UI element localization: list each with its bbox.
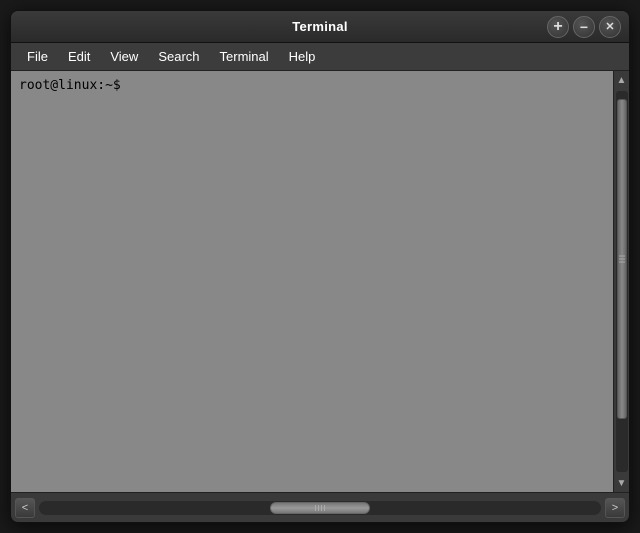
titlebar: Terminal + − ✕	[11, 11, 629, 43]
hscroll-right-arrow[interactable]: >	[605, 498, 625, 518]
vscroll-up-arrow[interactable]: ▲	[614, 71, 630, 89]
add-tab-button[interactable]: +	[547, 16, 569, 38]
menu-search[interactable]: Search	[148, 46, 209, 67]
window-controls: + − ✕	[547, 16, 621, 38]
terminal-prompt: root@linux:~$	[19, 77, 605, 95]
menubar: File Edit View Search Terminal Help	[11, 43, 629, 71]
vscroll-thumb[interactable]	[617, 99, 627, 419]
hgrip-line-4	[324, 505, 325, 511]
vscroll-down-arrow[interactable]: ▼	[614, 474, 630, 492]
window-title: Terminal	[292, 19, 348, 34]
hgrip-line-1	[315, 505, 316, 511]
close-button[interactable]: ✕	[599, 16, 621, 38]
menu-view[interactable]: View	[100, 46, 148, 67]
grip-line-3	[619, 262, 625, 263]
menu-terminal[interactable]: Terminal	[210, 46, 279, 67]
terminal-window: Terminal + − ✕ File Edit View Search Ter…	[10, 10, 630, 523]
hgrip-line-3	[321, 505, 322, 511]
menu-edit[interactable]: Edit	[58, 46, 100, 67]
hscroll-track[interactable]	[39, 501, 601, 515]
left-arrow-icon: <	[22, 502, 28, 514]
vertical-scrollbar: ▲ ▼	[613, 71, 629, 492]
menu-help[interactable]: Help	[279, 46, 326, 67]
vscroll-track[interactable]	[616, 91, 628, 472]
grip-line-2	[619, 259, 625, 260]
vscroll-grip	[618, 256, 626, 263]
content-area: root@linux:~$ ▲ ▼	[11, 71, 629, 492]
grip-line-1	[619, 256, 625, 257]
minimize-button[interactable]: −	[573, 16, 595, 38]
hgrip-line-2	[318, 505, 319, 511]
horizontal-scrollbar: < >	[11, 492, 629, 522]
hscroll-thumb[interactable]	[270, 502, 370, 514]
up-arrow-icon: ▲	[617, 75, 627, 86]
terminal-body[interactable]: root@linux:~$	[11, 71, 613, 492]
down-arrow-icon: ▼	[617, 478, 627, 489]
hscroll-left-arrow[interactable]: <	[15, 498, 35, 518]
right-arrow-icon: >	[612, 502, 618, 514]
menu-file[interactable]: File	[17, 46, 58, 67]
